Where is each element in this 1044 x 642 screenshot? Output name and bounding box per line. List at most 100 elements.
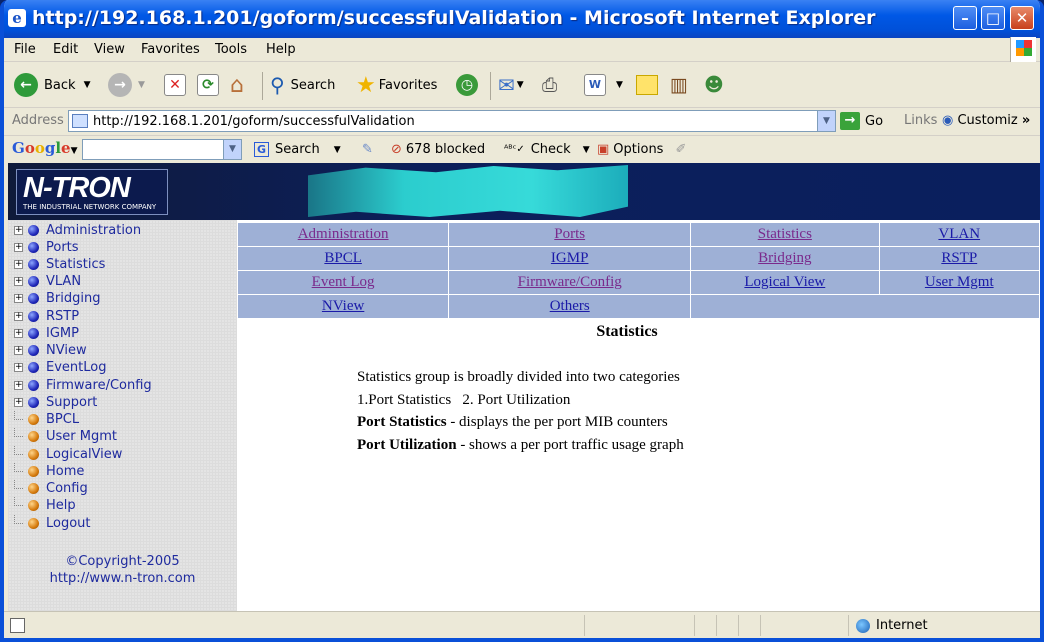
forward-dropdown-icon[interactable]: ▼ xyxy=(138,80,145,90)
sidebar-item-logicalview[interactable]: LogicalView xyxy=(14,446,122,463)
expand-icon: + xyxy=(14,259,23,269)
expand-icon: + xyxy=(14,293,23,303)
google-logo[interactable]: Google▼ xyxy=(12,139,78,157)
go-arrow-icon: → xyxy=(840,112,860,130)
history-button[interactable]: ◷ xyxy=(456,72,478,98)
maximize-icon: □ xyxy=(985,9,1001,27)
stop-button[interactable]: ✕ xyxy=(164,72,186,98)
nav-cell: Statistics xyxy=(690,222,880,247)
sidebar-item-home[interactable]: Home xyxy=(14,463,84,480)
google-g-icon: G xyxy=(254,142,270,157)
back-dropdown-icon[interactable]: ▼ xyxy=(84,80,91,90)
port-utilization-line: Port Utilization - shows a per port traf… xyxy=(357,434,684,457)
sidebar-item-ports[interactable]: + Ports xyxy=(14,239,79,256)
address-input[interactable]: http://192.168.1.201/goform/successfulVa… xyxy=(68,110,836,132)
google-search-input[interactable]: ▼ xyxy=(82,139,242,160)
maximize-button[interactable]: □ xyxy=(981,6,1005,30)
chevron-right-icon[interactable]: » xyxy=(1022,113,1030,128)
sidebar-item-user-mgmt[interactable]: User Mgmt xyxy=(14,428,117,445)
spell-check-button[interactable]: ᴬᴮᶜ✓ Check ▼ xyxy=(504,142,590,157)
pagerank-button[interactable]: ✎ xyxy=(362,142,373,157)
categories-text: 1.Port Statistics 2. Port Utilization xyxy=(357,391,571,408)
popup-blocker-button[interactable]: ⊘ 678 blocked xyxy=(391,142,485,157)
folder-bullet-icon xyxy=(28,362,39,373)
messenger-button[interactable]: ☻ xyxy=(704,72,724,98)
home-button[interactable]: ⌂ xyxy=(230,72,244,98)
nav-link-vlan[interactable]: VLAN xyxy=(938,226,980,242)
sidebar-item-rstp[interactable]: + RSTP xyxy=(14,308,79,325)
back-label: Back xyxy=(44,77,76,93)
favorites-button[interactable]: ★ Favorites xyxy=(356,72,437,98)
sidebar-item-igmp[interactable]: + IGMP xyxy=(14,325,79,342)
search-dropdown-icon[interactable]: ▼ xyxy=(334,145,341,155)
close-button[interactable]: ✕ xyxy=(1010,6,1034,30)
sidebar-item-bridging[interactable]: + Bridging xyxy=(14,290,100,307)
menu-file[interactable]: File xyxy=(14,42,36,57)
links-label[interactable]: Links xyxy=(904,113,937,128)
sidebar-item-statistics[interactable]: + Statistics xyxy=(14,256,105,273)
discuss-button[interactable] xyxy=(636,72,658,98)
sidebar-item-support[interactable]: + Support xyxy=(14,394,97,411)
page-content: N-TRON THE INDUSTRIAL NETWORK COMPANY + A… xyxy=(8,163,1040,611)
forward-button[interactable]: → ▼ xyxy=(108,72,145,98)
nav-cell-empty xyxy=(690,294,1040,319)
books-icon: ▥ xyxy=(670,74,688,96)
ntron-logo[interactable]: N-TRON THE INDUSTRIAL NETWORK COMPANY xyxy=(16,169,168,215)
sidebar-item-nview[interactable]: + NView xyxy=(14,342,87,359)
nav-link-firmware-config[interactable]: Firmware/Config xyxy=(518,274,622,290)
sidebar-tree: + Administration + Ports + Statistics + VLAN… xyxy=(8,220,237,611)
popup-blocker-icon: ⊘ xyxy=(391,142,402,157)
minimize-button[interactable]: – xyxy=(953,6,977,30)
options-icon: ▣ xyxy=(597,142,610,157)
menu-view[interactable]: View xyxy=(94,42,125,57)
expand-icon: + xyxy=(14,397,23,407)
mail-button[interactable]: ✉ ▼ xyxy=(498,72,524,98)
sidebar-item-eventlog[interactable]: + EventLog xyxy=(14,359,106,376)
sidebar-item-administration[interactable]: + Administration xyxy=(14,222,141,239)
sidebar-item-help[interactable]: Help xyxy=(14,497,76,514)
word-icon: W xyxy=(584,74,606,96)
options-button[interactable]: ▣ Options ✐ xyxy=(597,142,686,157)
port-statistics-line: Port Statistics - displays the per port … xyxy=(357,411,684,434)
research-button[interactable]: ▥ xyxy=(670,72,688,98)
nav-link-bridging[interactable]: Bridging xyxy=(758,250,811,266)
edit-button[interactable]: W ▼ xyxy=(584,72,623,98)
nav-link-administration[interactable]: Administration xyxy=(298,226,389,242)
menu-help[interactable]: Help xyxy=(266,42,296,57)
nav-link-user-mgmt[interactable]: User Mgmt xyxy=(925,274,994,290)
search-button[interactable]: ⚲ Search xyxy=(270,72,335,98)
sidebar-item-config[interactable]: Config xyxy=(14,480,88,497)
nav-link-statistics[interactable]: Statistics xyxy=(758,226,812,242)
back-button[interactable]: ← Back ▼ xyxy=(14,72,90,98)
refresh-button[interactable]: ⟳ xyxy=(197,72,219,98)
address-dropdown-icon[interactable]: ▼ xyxy=(817,111,835,131)
menu-favorites[interactable]: Favorites xyxy=(141,42,200,57)
title-bar[interactable]: e http://192.168.1.201/goform/successful… xyxy=(4,0,1040,38)
nav-link-igmp[interactable]: IGMP xyxy=(551,250,589,266)
check-dropdown-icon[interactable]: ▼ xyxy=(583,145,590,155)
nav-link-rstp[interactable]: RSTP xyxy=(941,250,977,266)
nav-link-bpcl[interactable]: BPCL xyxy=(324,250,362,266)
sidebar-item-bpcl[interactable]: BPCL xyxy=(14,411,79,428)
highlighter-icon[interactable]: ✐ xyxy=(675,142,686,157)
nav-link-others[interactable]: Others xyxy=(550,298,590,314)
copyright-text: ©Copyright-2005 xyxy=(65,554,180,569)
google-dropdown-icon[interactable]: ▼ xyxy=(223,140,241,159)
menu-edit[interactable]: Edit xyxy=(53,42,78,57)
nav-cell: Firmware/Config xyxy=(448,270,692,295)
menu-tools[interactable]: Tools xyxy=(215,42,247,57)
print-button[interactable]: ⎙ xyxy=(542,72,557,98)
sidebar-item-firmware-config[interactable]: + Firmware/Config xyxy=(14,377,152,394)
google-search-button[interactable]: G Search ▼ xyxy=(254,142,341,157)
nav-link-nview[interactable]: NView xyxy=(322,298,364,314)
website-link[interactable]: http://www.n-tron.com xyxy=(8,570,237,587)
go-button[interactable]: → Go xyxy=(840,112,883,130)
leaf-bullet-icon xyxy=(28,414,39,425)
sidebar-item-logout[interactable]: Logout xyxy=(14,515,91,532)
nav-link-logical-view[interactable]: Logical View xyxy=(744,274,825,290)
customize-links-link[interactable]: ◉ Customiz » xyxy=(942,113,1030,128)
nav-link-event-log[interactable]: Event Log xyxy=(312,274,375,290)
nav-link-ports[interactable]: Ports xyxy=(554,226,585,242)
home-icon: ⌂ xyxy=(230,72,244,98)
sidebar-item-vlan[interactable]: + VLAN xyxy=(14,273,81,290)
